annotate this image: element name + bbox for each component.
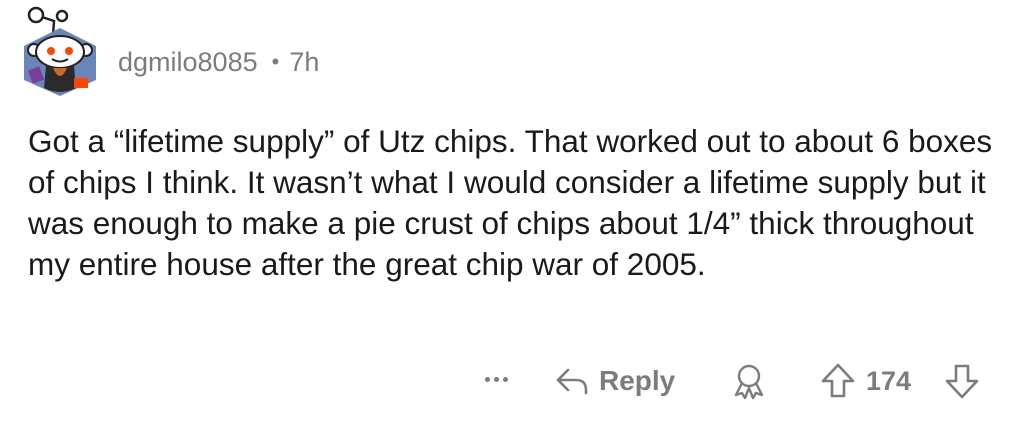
downvote-arrow-icon <box>945 364 979 399</box>
comment-meta: dgmilo8085 • 7h <box>118 44 319 80</box>
reply-label: Reply <box>599 365 676 396</box>
comment-action-bar: Reply 174 <box>0 356 1024 406</box>
comment-age[interactable]: 7h <box>289 47 319 78</box>
username[interactable]: dgmilo8085 <box>118 47 258 78</box>
user-avatar[interactable] <box>20 6 100 98</box>
reply-button[interactable]: Reply <box>554 361 675 401</box>
comment: dgmilo8085 • 7h Got a “lifetime supply” … <box>0 0 1024 425</box>
comment-body: Got a “lifetime supply” of Utz chips. Th… <box>28 123 993 282</box>
award-button[interactable] <box>729 361 769 401</box>
upvote-button[interactable] <box>820 362 856 400</box>
meta-separator: • <box>271 49 280 74</box>
vote-score: 174 <box>866 366 912 396</box>
more-options-button[interactable] <box>476 366 516 392</box>
more-dot <box>484 376 490 382</box>
snoo-avatar-icon <box>24 6 96 96</box>
award-icon <box>734 364 764 400</box>
more-dot <box>502 376 508 382</box>
downvote-button[interactable] <box>944 362 980 400</box>
reply-arrow-icon <box>556 368 588 395</box>
more-dot <box>493 376 499 382</box>
upvote-arrow-icon <box>821 363 855 398</box>
